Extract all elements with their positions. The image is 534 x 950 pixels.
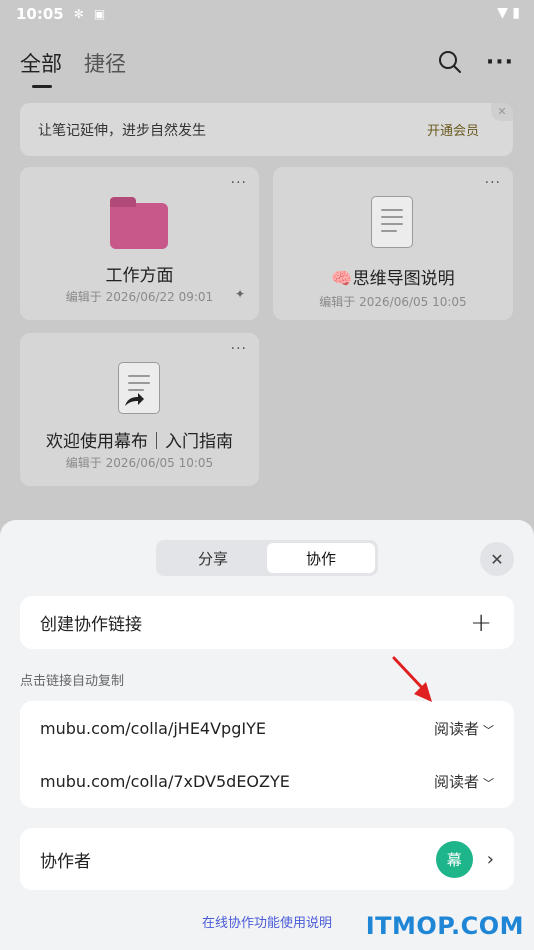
collaborators-row[interactable]: 协作者 幕 › [20,828,514,890]
card-meta: 编辑于 2026/06/05 10:05 [65,456,214,470]
watermark-logo: ITMOP.COM [365,912,524,940]
status-time: 10:05 [16,5,64,23]
top-actions: ··· [438,50,514,80]
more-icon[interactable]: ··· [231,175,247,191]
more-icon[interactable]: ··· [486,50,514,80]
link-url[interactable]: mubu.com/colla/7xDV5dEOZYE [40,772,290,791]
tab-share[interactable]: 分享 [159,543,267,573]
collab-link-row[interactable]: mubu.com/colla/7xDV5dEOZYE 阅读者 ﹀ [20,755,514,808]
card-title: 欢迎使用幕布｜入门指南 [46,432,233,452]
link-url[interactable]: mubu.com/colla/jHE4VpgIYE [40,719,266,738]
chevron-right-icon: › [486,848,494,870]
segmented-control: 分享 协作 [156,540,378,576]
vip-button[interactable]: 开通会员 [427,120,479,139]
share-bottom-sheet: 分享 协作 ✕ 创建协作链接 + 点击链接自动复制 mubu.com/colla… [0,520,534,950]
links-list: mubu.com/colla/jHE4VpgIYE 阅读者 ﹀ mubu.com/… [20,701,514,808]
card-title: 🧠思维导图说明 [331,269,455,289]
wifi-battery-icon: ▼ ▮ [497,5,520,21]
more-icon[interactable]: ··· [231,341,247,357]
close-icon[interactable]: ✕ [491,103,513,121]
role-label: 阅读者 [433,773,479,791]
tab-collaborate[interactable]: 协作 [267,543,375,573]
role-dropdown[interactable]: 阅读者 ﹀ [434,718,494,739]
gear-status-icon: ✻ [73,7,84,21]
card-meta: 编辑于 2026/06/05 10:05 [319,295,467,309]
collaborators-right: 幕 › [435,840,494,878]
doc-card[interactable]: ··· 欢迎使用幕布｜入门指南 编辑于 2026/06/05 10:05 [20,333,259,486]
role-dropdown[interactable]: 阅读者 ﹀ [434,771,494,792]
chevron-down-icon: ﹀ [483,777,494,790]
app-status-icon: ▣ [93,7,106,21]
folder-icon [110,197,168,249]
promo-text: 让笔记延伸，进步自然发生 [38,122,206,139]
pin-icon: ✦ [234,287,245,301]
status-bar: 10:05 ✻ ▣ ▼ ▮ [0,0,534,28]
card-meta: 编辑于 2026/06/22 09:01 [65,290,214,304]
promo-banner: 让笔记延伸，进步自然发生 开通会员 ✕ [20,103,513,156]
close-icon[interactable]: ✕ [480,542,514,576]
document-icon [371,196,413,248]
copy-hint: 点击链接自动复制 [20,674,125,689]
collaborators-label: 协作者 [40,851,91,872]
avatar: 幕 [435,840,473,878]
red-arrow-icon [392,656,432,702]
create-link-label: 创建协作链接 [40,615,142,635]
tab-all[interactable]: 全部 [20,48,62,88]
card-title: 工作方面 [105,266,174,286]
tab-shortcuts[interactable]: 捷径 [84,48,126,78]
chevron-down-icon: ﹀ [483,724,494,737]
share-document-icon [118,362,160,414]
create-link-button[interactable]: 创建协作链接 + [20,596,514,649]
collab-link-row[interactable]: mubu.com/colla/jHE4VpgIYE 阅读者 ﹀ [20,702,514,755]
doc-card[interactable]: ··· 🧠思维导图说明 编辑于 2026/06/05 10:05 [273,167,513,320]
more-icon[interactable]: ··· [485,175,501,191]
role-label: 阅读者 [433,720,479,738]
top-tabs: 全部 捷径 [20,48,126,88]
search-icon[interactable] [438,50,462,80]
doc-card[interactable]: ··· 工作方面 编辑于 2026/06/22 09:01 ✦ [20,167,259,320]
plus-icon: + [470,607,492,638]
